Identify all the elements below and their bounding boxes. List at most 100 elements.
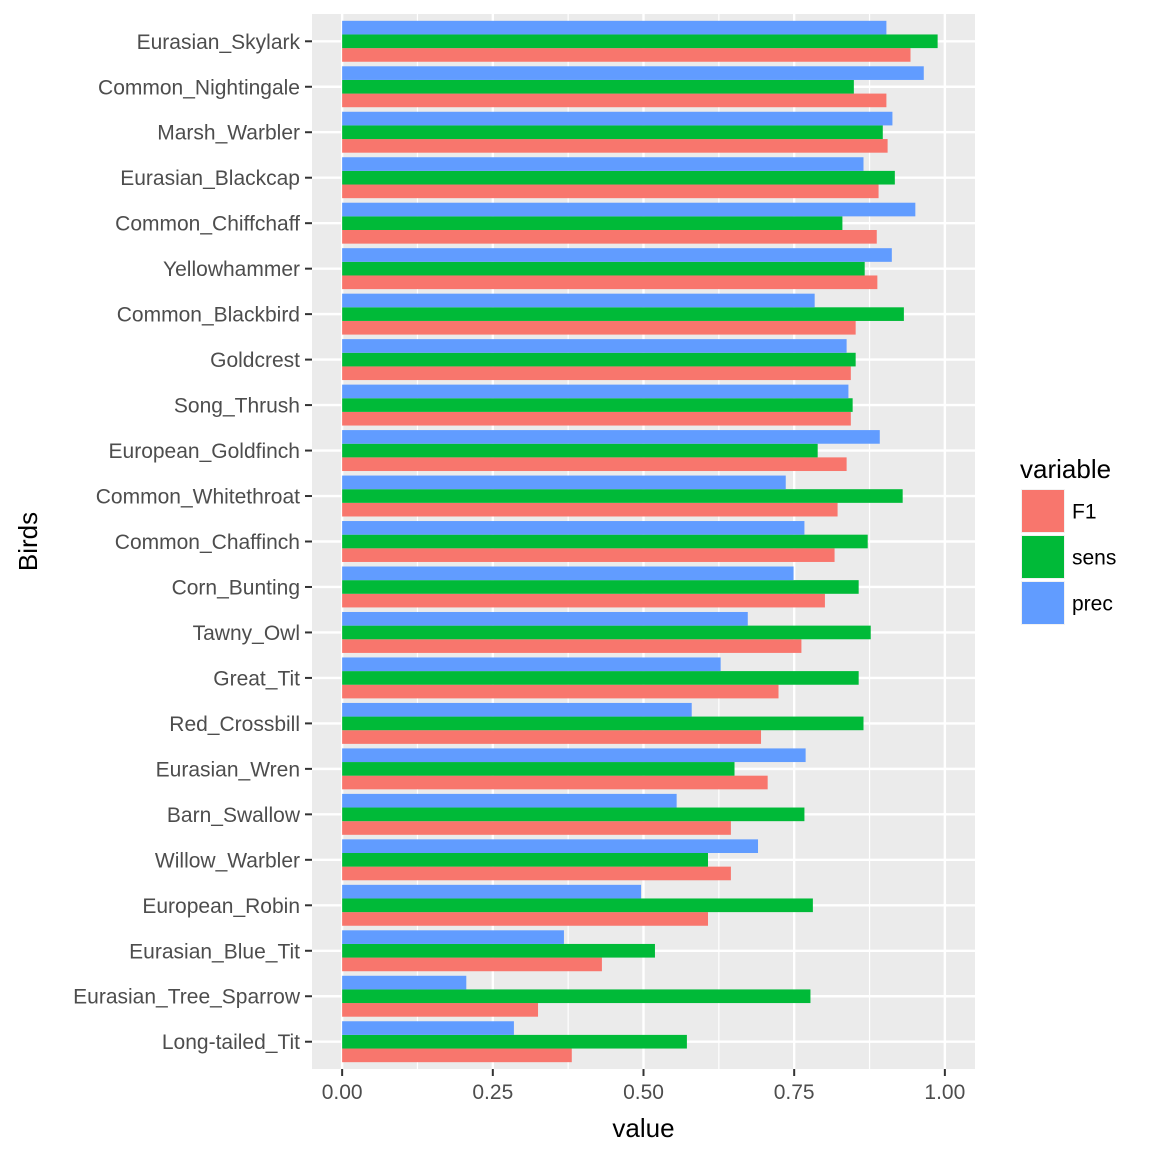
bar-prec-marsh-warbler (342, 111, 893, 126)
bar-prec-long-tailed-tit (342, 1021, 514, 1035)
bar-f1-song-thrush (342, 411, 851, 426)
bar-f1-corn-bunting (342, 593, 825, 608)
bar-f1-common-chiffchaff (342, 230, 877, 244)
bar-f1-eurasian-tree-sparrow (342, 1003, 539, 1017)
bar-f1-eurasian-skylark (342, 48, 911, 62)
bar-prec-red-crossbill (342, 702, 692, 717)
y-tick-label: Eurasian_Tree_Sparrow (73, 986, 301, 1009)
bar-f1-great-tit (342, 684, 779, 699)
bar-prec-european-goldfinch (342, 430, 880, 444)
y-tick-label: Common_Chiffchaff (115, 213, 300, 236)
bar-f1-barn-swallow (342, 821, 731, 835)
x-tick-label: 0.50 (623, 1081, 664, 1104)
bar-sens-eurasian-blue-tit (342, 943, 655, 958)
bar-sens-song-thrush (342, 398, 853, 412)
y-tick-label: Long-tailed_Tit (162, 1031, 300, 1054)
y-tick-label: Willow_Warbler (155, 849, 300, 872)
bar-prec-eurasian-wren (342, 748, 806, 763)
y-tick-label: Common_Nightingale (98, 76, 300, 99)
bar-sens-long-tailed-tit (342, 1034, 687, 1049)
bar-sens-corn-bunting (342, 580, 859, 594)
x-tick-label: 0.75 (774, 1081, 815, 1104)
bar-f1-common-blackbird (342, 320, 856, 335)
legend-label-prec: prec (1072, 593, 1113, 616)
y-tick-label: Eurasian_Blue_Tit (129, 940, 300, 963)
y-tick-label: Corn_Bunting (172, 576, 300, 599)
bar-sens-tawny-owl (342, 625, 871, 640)
y-tick-label: European_Goldfinch (109, 440, 300, 463)
y-tick-label: Eurasian_Wren (156, 758, 300, 781)
bar-sens-great-tit (342, 671, 859, 685)
bar-prec-willow-warbler (342, 839, 759, 853)
bar-sens-yellowhammer (342, 261, 865, 276)
bar-prec-goldcrest (342, 339, 847, 353)
y-tick-label: Yellowhammer (163, 258, 300, 281)
y-tick-label: Great_Tit (213, 667, 300, 690)
chart-root: Eurasian_Skylark Common_Nightingale Marsh_… (0, 0, 1152, 1152)
legend-key-f1 (1022, 490, 1064, 532)
bar-f1-eurasian-blue-tit (342, 957, 602, 972)
bar-f1-tawny-owl (342, 639, 802, 653)
y-tick-label: Common_Blackbird (117, 304, 300, 327)
y-tick-label: Tawny_Owl (193, 622, 300, 645)
bar-chart: Eurasian_Skylark Common_Nightingale Marsh_… (13, 14, 1116, 1143)
x-tick-label: 0.25 (472, 1081, 513, 1104)
bar-prec-common-chaffinch (342, 521, 805, 535)
bar-prec-corn-bunting (342, 566, 794, 581)
bar-prec-common-nightingale (342, 66, 924, 80)
bar-prec-barn-swallow (342, 793, 677, 808)
y-tick-label: Goldcrest (210, 349, 300, 372)
bar-sens-goldcrest (342, 352, 856, 367)
y-tick-label: Eurasian_Skylark (137, 31, 301, 54)
bar-sens-european-goldfinch (342, 443, 818, 458)
y-axis: Eurasian_Skylark Common_Nightingale Marsh_… (73, 31, 312, 1054)
y-tick-label: Barn_Swallow (167, 804, 301, 827)
bar-sens-common-blackbird (342, 307, 904, 321)
y-tick-label: Marsh_Warbler (157, 122, 300, 145)
bar-prec-song-thrush (342, 384, 849, 399)
bar-f1-common-nightingale (342, 93, 887, 108)
y-axis-title: Birds (13, 512, 43, 571)
y-tick-label: Eurasian_Blackcap (120, 167, 300, 190)
bar-prec-yellowhammer (342, 248, 892, 262)
bar-sens-marsh-warbler (342, 125, 883, 140)
bar-f1-eurasian-blackcap (342, 184, 879, 199)
y-tick-label: European_Robin (142, 895, 300, 918)
legend-label-f1: F1 (1072, 501, 1097, 524)
bar-sens-red-crossbill (342, 716, 864, 731)
y-tick-label: Song_Thrush (174, 395, 300, 418)
bar-prec-european-robin (342, 884, 642, 899)
bar-sens-eurasian-wren (342, 762, 735, 776)
x-axis-title: value (612, 1113, 674, 1143)
x-tick-label: 1.00 (924, 1081, 965, 1104)
legend-label-sens: sens (1072, 547, 1116, 570)
bar-f1-common-chaffinch (342, 548, 835, 562)
bar-f1-yellowhammer (342, 275, 878, 290)
bar-sens-common-nightingale (342, 79, 854, 94)
bar-f1-long-tailed-tit (342, 1048, 572, 1063)
bar-prec-eurasian-blue-tit (342, 930, 564, 944)
bar-f1-red-crossbill (342, 730, 762, 744)
bar-f1-european-robin (342, 912, 708, 926)
bar-f1-marsh-warbler (342, 139, 888, 153)
legend-key-sens (1022, 536, 1064, 578)
legend: variable F1 sens prec (1020, 454, 1116, 625)
legend-title: variable (1020, 454, 1111, 484)
bar-prec-common-whitethroat (342, 475, 786, 490)
bar-prec-eurasian-skylark (342, 20, 887, 35)
bar-prec-common-blackbird (342, 293, 815, 308)
bar-sens-european-robin (342, 898, 813, 913)
bar-sens-eurasian-skylark (342, 34, 938, 49)
bar-prec-tawny-owl (342, 611, 748, 626)
bar-sens-eurasian-blackcap (342, 170, 895, 185)
x-axis: 0.00 0.25 0.50 0.75 1.00 (322, 1069, 965, 1104)
x-tick-label: 0.00 (322, 1081, 363, 1104)
bar-sens-willow-warbler (342, 852, 708, 867)
bar-sens-eurasian-tree-sparrow (342, 989, 811, 1004)
bar-f1-goldcrest (342, 366, 851, 381)
bar-f1-willow-warbler (342, 866, 731, 881)
bar-sens-barn-swallow (342, 807, 805, 822)
bar-sens-common-chiffchaff (342, 216, 843, 231)
y-tick-label: Common_Chaffinch (115, 531, 300, 554)
y-tick-label: Common_Whitethroat (96, 486, 300, 509)
